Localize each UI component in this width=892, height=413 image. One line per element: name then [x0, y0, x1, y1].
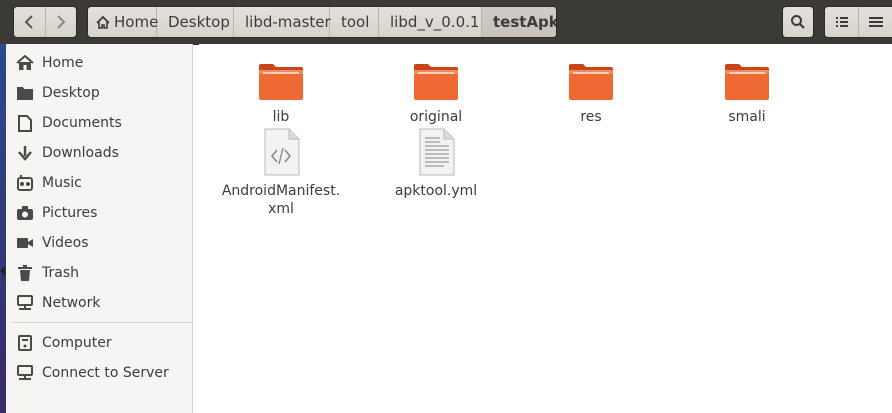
- sidebar-item-downloads[interactable]: Downloads: [6, 138, 192, 168]
- chevron-left-icon: [24, 15, 33, 29]
- network-icon: [16, 294, 34, 312]
- navigation-buttons: [13, 6, 77, 38]
- sidebar-item-label: Connect to Server: [42, 365, 169, 381]
- file-name: AndroidManifest. xml: [221, 183, 341, 217]
- file-name: res: [580, 109, 602, 125]
- home-icon: [95, 15, 111, 30]
- text-file-icon: [371, 128, 501, 176]
- folder-icon: [216, 54, 346, 102]
- downloads-icon: [16, 144, 34, 162]
- crumb-libd-master[interactable]: libd-master: [234, 7, 331, 37]
- file-item-androidmanifest[interactable]: AndroidManifest. xml: [216, 128, 346, 218]
- crumb-label: Desktop: [168, 13, 230, 31]
- file-item-smali[interactable]: smali: [682, 54, 812, 126]
- crumb-label: Home: [114, 13, 159, 31]
- crumb-libd-version[interactable]: libd_v_0.0.1: [379, 7, 482, 37]
- back-button[interactable]: [14, 7, 45, 37]
- sidebar-item-label: Computer: [42, 335, 112, 351]
- file-view: lib original res smali AndroidManifest. …: [199, 44, 892, 413]
- sidebar-item-label: Videos: [42, 235, 89, 251]
- list-view-button[interactable]: [825, 7, 858, 37]
- documents-icon: [16, 114, 34, 132]
- sidebar: Home Desktop Documents Downloads Music P…: [6, 44, 193, 413]
- sidebar-item-connect-to-server[interactable]: Connect to Server: [6, 358, 192, 388]
- music-icon: [16, 174, 34, 192]
- xml-file-icon: [216, 128, 346, 176]
- forward-button[interactable]: [44, 7, 77, 37]
- sidebar-item-label: Documents: [42, 115, 122, 131]
- file-item-original[interactable]: original: [371, 54, 501, 126]
- crumb-label: testApk: [493, 13, 557, 31]
- chevron-right-icon: [57, 15, 66, 29]
- search-button[interactable]: [782, 6, 814, 38]
- file-name: lib: [272, 109, 290, 125]
- breadcrumb: Home Desktop libd-master tool libd_v_0.0…: [87, 6, 557, 38]
- search-icon: [791, 15, 805, 29]
- sidebar-item-trash[interactable]: Trash: [6, 258, 192, 288]
- file-item-apktool-yml[interactable]: apktool.yml: [371, 128, 501, 200]
- file-name: smali: [728, 109, 766, 125]
- sidebar-divider: [12, 322, 192, 323]
- camera-icon: [16, 204, 34, 222]
- home-icon: [16, 54, 34, 72]
- folder-icon: [526, 54, 656, 102]
- sidebar-item-desktop[interactable]: Desktop: [6, 78, 192, 108]
- crumb-tool[interactable]: tool: [330, 7, 379, 37]
- video-icon: [16, 234, 34, 252]
- sidebar-item-label: Network: [42, 295, 101, 311]
- menu-button[interactable]: [858, 7, 892, 37]
- sidebar-item-computer[interactable]: Computer: [6, 328, 192, 358]
- sidebar-item-label: Music: [42, 175, 82, 191]
- sidebar-item-network[interactable]: Network: [6, 288, 192, 318]
- header-bar: Home Desktop libd-master tool libd_v_0.0…: [0, 0, 892, 45]
- desktop-folder-icon: [16, 84, 34, 102]
- crumb-label: libd_v_0.0.1: [390, 13, 480, 31]
- crumb-desktop[interactable]: Desktop: [157, 7, 234, 37]
- view-controls: [824, 6, 892, 38]
- file-name: apktool.yml: [394, 183, 478, 199]
- menu-icon: [868, 17, 883, 27]
- sidebar-item-label: Pictures: [42, 205, 98, 221]
- crumb-home[interactable]: Home: [88, 7, 159, 37]
- sidebar-item-label: Downloads: [42, 145, 119, 161]
- computer-icon: [16, 334, 34, 352]
- sidebar-item-label: Trash: [42, 265, 79, 281]
- crumb-testapk[interactable]: testApk: [482, 7, 556, 37]
- file-name: original: [409, 109, 463, 125]
- sidebar-item-pictures[interactable]: Pictures: [6, 198, 192, 228]
- folder-icon: [371, 54, 501, 102]
- sidebar-item-label: Home: [42, 55, 84, 71]
- sidebar-item-label: Desktop: [42, 85, 100, 101]
- trash-icon: [16, 264, 34, 282]
- file-item-lib[interactable]: lib: [216, 54, 346, 126]
- list-view-icon: [835, 17, 848, 27]
- sidebar-item-music[interactable]: Music: [6, 168, 192, 198]
- crumb-label: tool: [341, 13, 370, 31]
- server-icon: [16, 364, 34, 382]
- folder-icon: [682, 54, 812, 102]
- crumb-label: libd-master: [245, 13, 331, 31]
- file-item-res[interactable]: res: [526, 54, 656, 126]
- sidebar-item-documents[interactable]: Documents: [6, 108, 192, 138]
- sidebar-item-home[interactable]: Home: [6, 48, 192, 78]
- sidebar-item-videos[interactable]: Videos: [6, 228, 192, 258]
